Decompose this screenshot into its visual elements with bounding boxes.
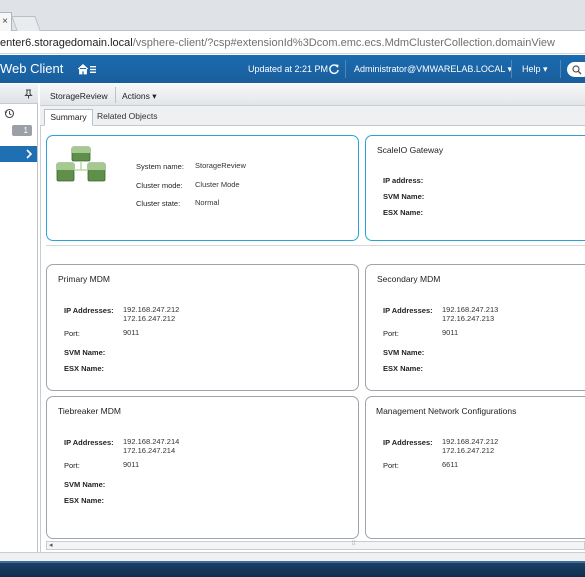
- tab-summary[interactable]: Summary: [44, 109, 93, 126]
- search-icon[interactable]: [572, 65, 582, 75]
- pin-icon[interactable]: [24, 89, 33, 99]
- tiebreaker-ip-label: IP Addresses:: [64, 438, 114, 447]
- mgmt-port-value: 6611: [442, 460, 459, 469]
- address-host: enter6.storagedomain.local: [0, 37, 133, 49]
- secondary-ip-label: IP Addresses:: [383, 306, 433, 315]
- mgmt-port-label: Port:: [383, 461, 399, 470]
- tiebreaker-esx-label: ESX Name:: [64, 496, 105, 505]
- browser-tab-strip: ×: [0, 0, 585, 31]
- new-tab-button[interactable]: [11, 16, 41, 31]
- address-path: /vsphere-client/?csp#extensionId%3Dcom.e…: [132, 37, 555, 49]
- secondary-ip-2: 172.16.247.213: [442, 314, 495, 323]
- tiebreaker-ip-2: 172.16.247.214: [123, 446, 176, 455]
- secondary-port-label: Port:: [383, 329, 399, 338]
- home-menu-icon[interactable]: [77, 63, 97, 75]
- secondary-port-value: 9011: [442, 328, 459, 337]
- cluster-mode-value: Cluster Mode: [195, 180, 240, 189]
- horizontal-scrollbar[interactable]: [46, 541, 585, 550]
- management-network-title: Management Network Configurations: [376, 406, 517, 416]
- primary-svm-label: SVM Name:: [64, 348, 106, 357]
- tiebreaker-mdm-card: [46, 396, 359, 539]
- mgmt-ip-2: 172.16.247.212: [442, 446, 495, 455]
- user-menu[interactable]: Administrator@VMWARELAB.LOCAL ▾: [354, 64, 512, 75]
- storage-cluster-icon: [56, 146, 106, 182]
- app-title: Web Client: [0, 61, 64, 76]
- cluster-mode-label: Cluster mode:: [136, 181, 183, 190]
- object-title: StorageReview: [50, 91, 108, 101]
- system-name-value: StorageReview: [195, 161, 246, 170]
- secondary-esx-label: ESX Name:: [383, 364, 424, 373]
- last-updated-text: Updated at 2:21 PM: [248, 64, 329, 74]
- primary-ip-2: 172.16.247.212: [123, 314, 176, 323]
- scroll-left-icon[interactable]: ◂: [49, 541, 53, 549]
- primary-ip-label: IP Addresses:: [64, 306, 114, 315]
- primary-port-label: Port:: [64, 329, 80, 338]
- section-divider: [46, 245, 585, 246]
- toolbar-divider: [115, 87, 116, 103]
- mgmt-ip-label: IP Addresses:: [383, 438, 433, 447]
- tiebreaker-port-value: 9011: [123, 460, 140, 469]
- actions-menu[interactable]: Actions ▾: [122, 91, 157, 102]
- chevron-right-icon[interactable]: [25, 149, 33, 159]
- scroll-grip-icon[interactable]: ⁞⁞: [352, 541, 355, 547]
- system-name-label: System name:: [136, 162, 184, 171]
- navigator-count-badge: 1: [12, 125, 32, 136]
- gateway-svm-label: SVM Name:: [383, 192, 425, 201]
- address-url[interactable]: enter6.storagedomain.local/vsphere-clien…: [0, 37, 555, 49]
- cluster-state-label: Cluster state:: [136, 199, 181, 208]
- gateway-title: ScaleIO Gateway: [377, 145, 444, 155]
- cluster-state-value: Normal: [195, 198, 220, 207]
- history-icon[interactable]: [4, 108, 15, 119]
- refresh-icon[interactable]: [328, 63, 340, 75]
- os-taskbar: [0, 561, 585, 577]
- gateway-esx-label: ESX Name:: [383, 208, 424, 217]
- primary-esx-label: ESX Name:: [64, 364, 105, 373]
- primary-mdm-title: Primary MDM: [58, 274, 110, 284]
- header-divider: [560, 60, 561, 78]
- header-divider: [511, 60, 512, 78]
- tiebreaker-mdm-title: Tiebreaker MDM: [58, 406, 121, 416]
- app-header: Web Client Updated at 2:21 PM Administra…: [0, 55, 585, 83]
- address-bar[interactable]: enter6.storagedomain.local/vsphere-clien…: [0, 31, 585, 54]
- help-menu[interactable]: Help ▾: [522, 64, 548, 75]
- gateway-ip-label: IP address:: [383, 176, 424, 185]
- close-tab-icon[interactable]: ×: [0, 16, 10, 27]
- secondary-mdm-title: Secondary MDM: [377, 274, 441, 284]
- tab-related-objects[interactable]: Related Objects: [97, 111, 157, 121]
- tiebreaker-svm-label: SVM Name:: [64, 480, 106, 489]
- status-strip: [0, 552, 585, 561]
- header-divider: [345, 60, 346, 78]
- primary-port-value: 9011: [123, 328, 140, 337]
- tiebreaker-port-label: Port:: [64, 461, 80, 470]
- secondary-svm-label: SVM Name:: [383, 348, 425, 357]
